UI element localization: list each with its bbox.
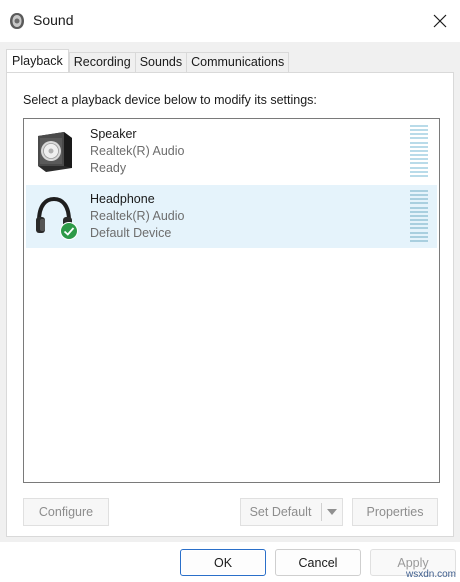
tab-communications[interactable]: Communications [186,52,290,72]
split-divider [321,503,322,521]
volume-level-meter [410,190,428,242]
watermark: wsxdn.com [405,569,456,580]
title-bar: Sound [0,0,460,42]
tab-sounds[interactable]: Sounds [134,52,187,72]
list-item-headphone[interactable]: Headphone Realtek(R) Audio Default Devic… [26,185,437,248]
close-button[interactable] [420,2,460,40]
list-item-speaker[interactable]: Speaker Realtek(R) Audio Ready [26,120,437,183]
properties-button[interactable]: Properties [352,498,438,526]
chevron-down-icon[interactable] [327,509,337,515]
device-status: Ready [90,161,127,175]
cancel-button[interactable]: Cancel [275,549,361,576]
window-title: Sound [33,12,74,28]
device-driver: Realtek(R) Audio [90,144,185,158]
device-driver: Realtek(R) Audio [90,209,185,223]
configure-button[interactable]: Configure [23,498,109,526]
device-name: Headphone [90,192,155,206]
volume-level-meter [410,125,428,177]
ok-button[interactable]: OK [180,549,266,576]
set-default-label: Set Default [249,505,312,519]
close-icon [433,14,447,28]
instruction-text: Select a playback device below to modify… [23,93,317,107]
device-list[interactable]: Speaker Realtek(R) Audio Ready Headphone… [23,118,440,483]
speaker-icon [9,12,25,30]
tab-strip: Playback Recording Sounds Communications [6,49,290,72]
speaker-device-icon [34,130,74,174]
tab-recording[interactable]: Recording [68,52,135,72]
playback-tab-page: Select a playback device below to modify… [6,72,454,537]
dialog-footer: OK Cancel Apply wsxdn.com [0,542,460,582]
tab-playback[interactable]: Playback [6,49,69,72]
sound-dialog: Sound Playback Recording Sounds Communic… [0,0,460,582]
device-name: Speaker [90,127,137,141]
default-check-icon [60,222,78,240]
device-status: Default Device [90,226,172,240]
dialog-body: Playback Recording Sounds Communications… [0,42,460,542]
set-default-button[interactable]: Set Default [240,498,343,526]
